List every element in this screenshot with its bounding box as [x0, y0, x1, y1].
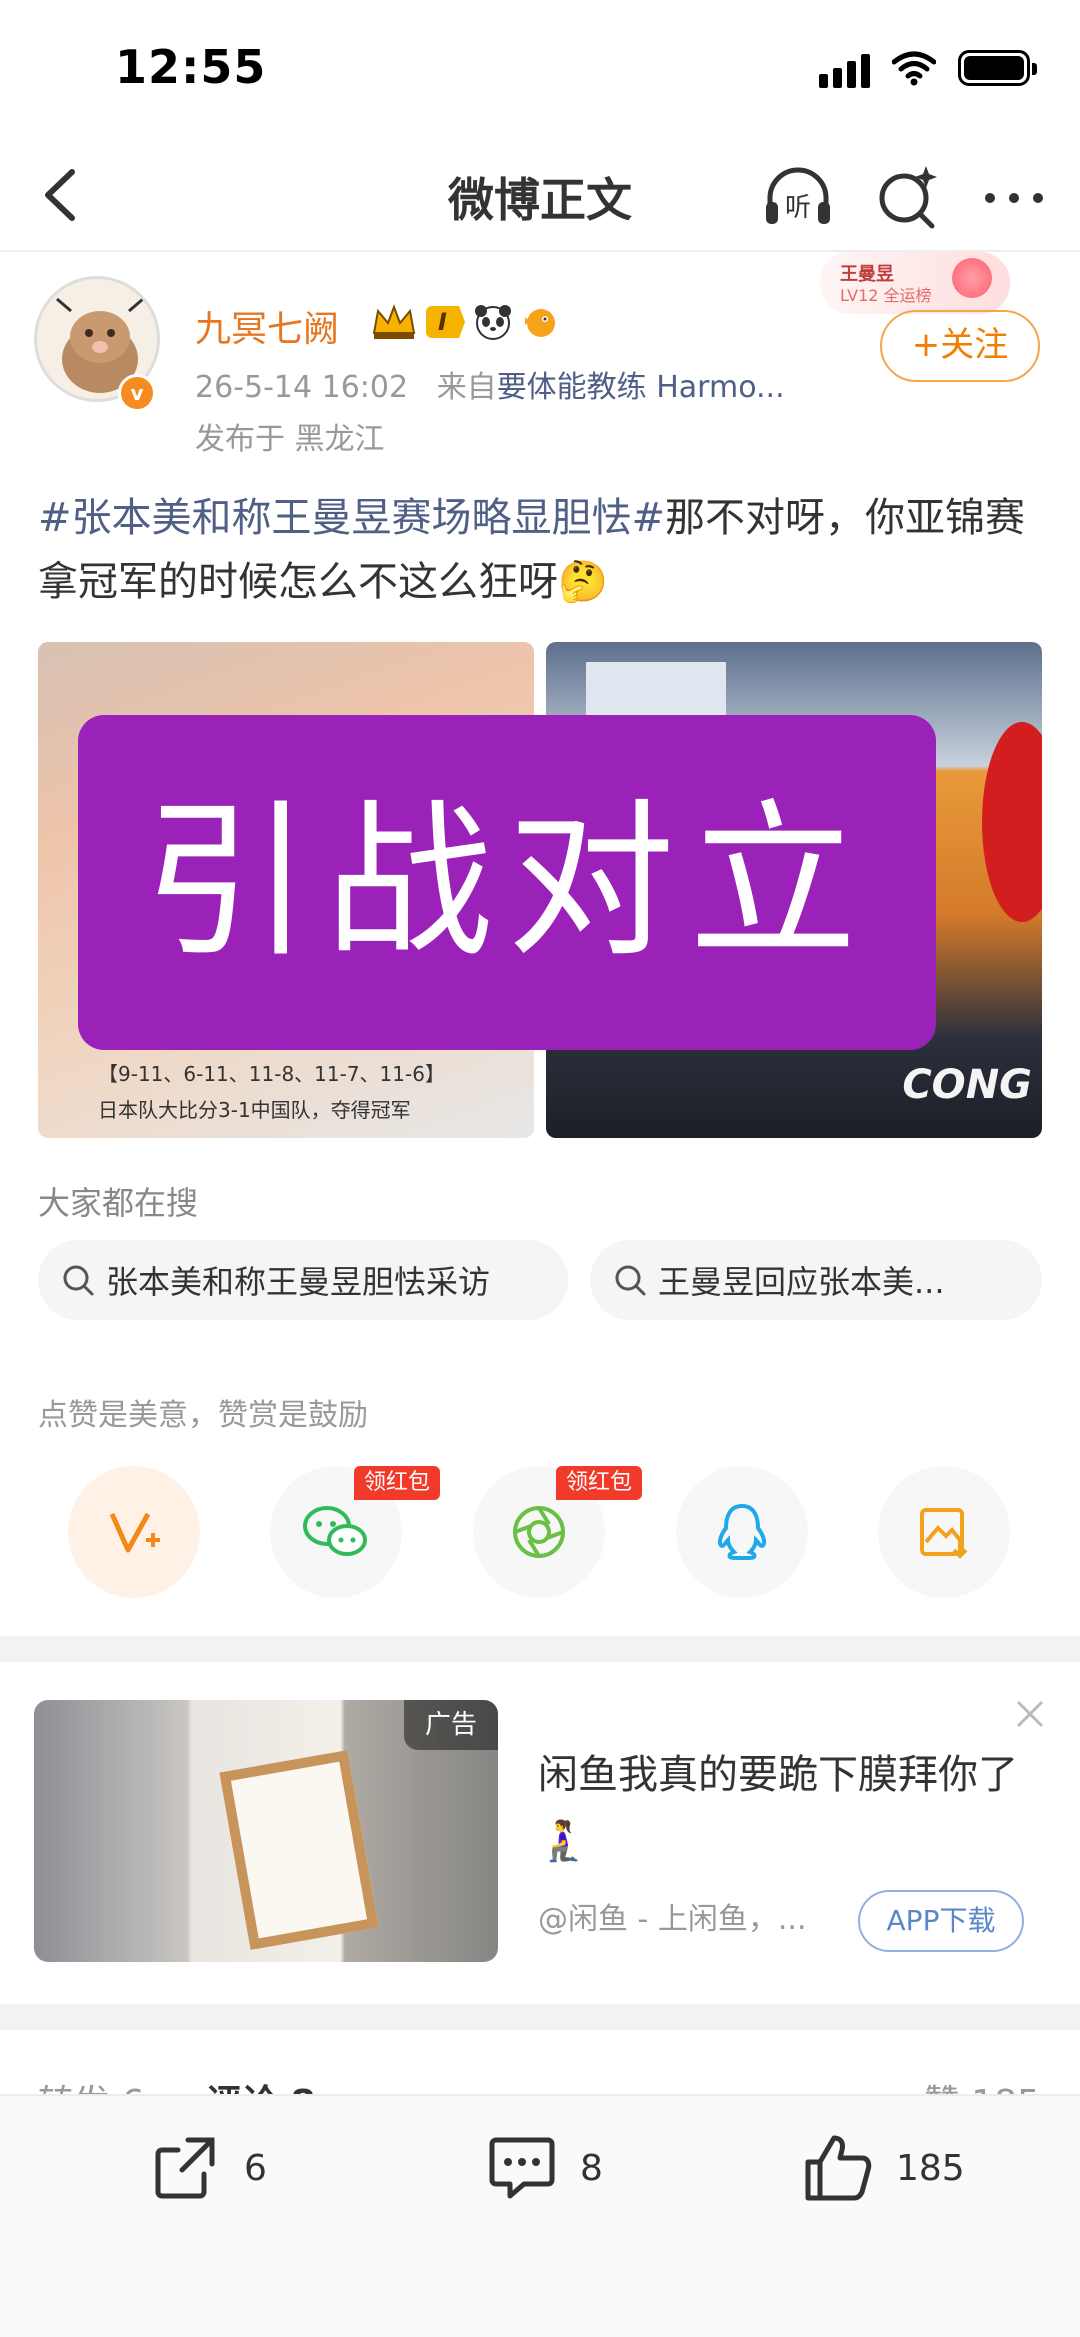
verified-badge: v [118, 374, 156, 412]
thumbs-up-icon [805, 2135, 872, 2201]
ad-source: @闲鱼 - 上闲鱼，... [538, 1902, 807, 1937]
topic-tag[interactable]: 王曼昱 LV12 全运榜 [820, 252, 1010, 314]
reward-v-icon [109, 1512, 160, 1553]
thinking-emoji-icon: 🤔 [558, 559, 608, 605]
more-icon[interactable] [976, 160, 1052, 236]
forward-button[interactable]: 6 [148, 2128, 267, 2208]
save-image-button[interactable] [878, 1466, 1010, 1598]
image-caption-line-3: 日本队大比分3-1中国队，夺得冠军 [98, 1098, 411, 1122]
user-name[interactable]: 九冥七阙 [195, 300, 339, 352]
wifi-icon [892, 51, 936, 86]
flag-shape [982, 722, 1042, 922]
like-button[interactable]: 185 [800, 2128, 965, 2208]
section-divider [0, 2004, 1080, 2030]
forward-count: 6 [244, 2147, 267, 2189]
trending-chip-label: 王曼昱回应张本美... [658, 1263, 945, 1301]
trending-chip[interactable]: 张本美和称王曼昱胆怯采访 [38, 1240, 568, 1320]
bottom-action-bar: 6 8 185 [0, 2094, 1080, 2337]
search-spark-icon[interactable] [870, 160, 946, 236]
signal-icon [819, 48, 870, 88]
listen-label: 听 [785, 193, 811, 223]
post-text: #张本美和称王曼昱赛场略显胆怯#那不对呀，你亚锦赛拿冠军的时候怎么不这么狂呀🤔 [38, 486, 1048, 614]
reward-button[interactable] [68, 1466, 200, 1598]
share-row [0, 1466, 1080, 1600]
ad-tag: 广告 [404, 1700, 498, 1750]
post-hashtag[interactable]: #张本美和称王曼昱赛场略显胆怯# [38, 495, 665, 541]
status-bar: 12:55 [0, 0, 1080, 140]
comment-button[interactable]: 8 [484, 2128, 603, 2208]
vip-badges[interactable]: I [370, 303, 561, 341]
pufferfish-icon [524, 309, 555, 337]
topic-tag-level: LV12 全运榜 [840, 286, 932, 305]
app-download-button[interactable]: APP下载 [858, 1890, 1024, 1952]
headphones-icon[interactable]: 听 [760, 160, 836, 236]
qq-icon [717, 1503, 767, 1560]
image-caption-line-2: 【9-11、6-11、11-8、11-7、11-6】 [98, 1062, 445, 1086]
section-divider [0, 1636, 1080, 1662]
vip-level-badge: I [426, 306, 465, 338]
post-time: 26-5-14 16:02 [195, 370, 409, 405]
post-meta: 26-5-14 16:02 来自要体能教练 Harmo... [195, 362, 785, 406]
flower-icon [952, 258, 992, 298]
status-icons [819, 48, 1037, 88]
search-icon [63, 1265, 94, 1296]
comment-count: 8 [580, 2147, 603, 2189]
like-count: 185 [896, 2147, 965, 2189]
search-icon [615, 1265, 646, 1296]
follow-button[interactable]: +关注 [880, 310, 1040, 382]
trending-chip-label: 张本美和称王曼昱胆怯采访 [106, 1263, 491, 1301]
warning-overlay-label: 引战对立 [78, 715, 936, 1050]
post-location: 发布于 黑龙江 [195, 422, 385, 457]
comment-icon [489, 2137, 555, 2199]
ad-image-frame [219, 1750, 379, 1950]
reward-label: 点赞是美意，赞赏是鼓励 [38, 1398, 368, 1433]
ad-title[interactable]: 闲鱼我真的要跪下膜拜你了🧎‍♀️ [538, 1742, 1018, 1874]
status-time: 12:55 [115, 40, 267, 94]
trending-chip[interactable]: 王曼昱回应张本美... [590, 1240, 1042, 1320]
wechat-icon [303, 1506, 367, 1556]
nav-bar: 微博正文 听 [0, 140, 1080, 252]
close-icon[interactable] [1012, 1696, 1048, 1732]
moments-icon [513, 1506, 565, 1558]
image-banner-text: CONG [902, 1062, 1032, 1108]
post-source[interactable]: 要体能教练 Harmo... [497, 370, 785, 405]
crown-icon [372, 304, 416, 339]
forward-icon [155, 2137, 215, 2199]
trending-label: 大家都在搜 [38, 1184, 199, 1222]
panda-icon [474, 305, 511, 340]
red-packet-badge: 领红包 [556, 1466, 643, 1500]
source-prefix: 来自 [436, 370, 497, 405]
share-qq-button[interactable] [676, 1466, 808, 1598]
battery-icon [958, 50, 1037, 86]
save-image-icon [920, 1508, 968, 1559]
red-packet-badge: 领红包 [354, 1466, 441, 1500]
